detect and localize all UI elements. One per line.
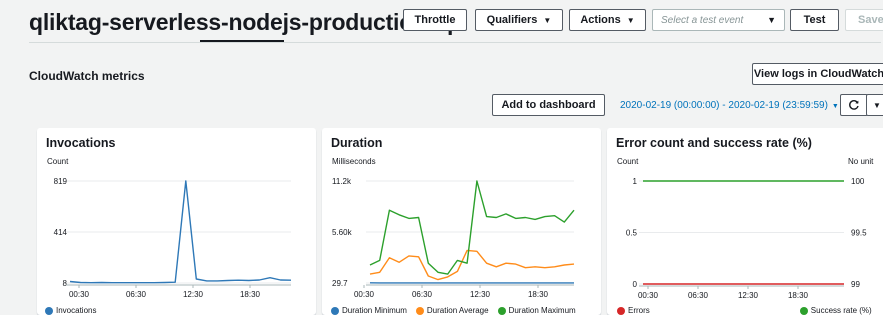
invocations-panel: Invocations Count 819 414 8 00:30 06:30 12:30… [37,128,316,315]
y-tick-label: 0 [633,280,638,289]
x-tick-label: 18:30 [528,290,549,299]
chevron-down-icon: ▼ [543,15,552,25]
function-header: qliktag-serverless-nodejs-production-api… [0,0,883,62]
refresh-options-button[interactable]: ▼ [866,94,883,116]
y-tick-label: 1 [633,177,638,186]
x-tick-label: 06:30 [412,290,433,299]
legend-item[interactable]: Invocations [45,306,96,315]
time-range-label: 2020-02-19 (00:00:00) - 2020-02-19 (23:5… [620,100,828,111]
chart-legend: Errors Success rate (%) [617,306,872,315]
save-label: Save [858,14,883,26]
invocations-chart: 819 414 800:30 06:30 12:30 18:30 [54,177,292,299]
x-tick-label: 06:30 [126,290,147,299]
chart-legend: Duration Minimum Duration Average Durati… [331,306,576,315]
legend-label: Duration Average [426,306,489,315]
y-tick-label: 11.2k [332,177,352,186]
x-tick-label: 00:30 [69,290,90,299]
test-event-select[interactable]: Select a test event ▼ [652,9,785,31]
legend-label: Duration Minimum [342,306,407,315]
refresh-icon [849,99,859,110]
y-tick-label: 29.7 [332,279,348,288]
time-range-picker[interactable]: 2020-02-19 (00:00:00) - 2020-02-19 (23:5… [620,100,839,111]
x-tick-label: 18:30 [788,291,809,300]
y-tick-label: 819 [54,177,68,186]
x-tick-label: 12:30 [738,291,759,300]
x-tick-label: 06:30 [688,291,709,300]
legend-label: Duration Maximum [508,306,576,315]
add-to-dashboard-label: Add to dashboard [501,99,596,111]
save-button[interactable]: Save [845,9,883,31]
cloudwatch-metrics-title: CloudWatch metrics [29,69,145,83]
legend-swatch [45,306,53,315]
chevron-down-icon: ▼ [626,15,635,25]
legend-item[interactable]: Success rate (%) [799,306,872,315]
chart-legend: Invocations [45,306,96,315]
legend-swatch [799,306,808,315]
function-title: qliktag-serverless-nodejs-production-api [29,9,468,35]
qualifiers-label: Qualifiers [486,14,538,26]
y-tick-label: 0.5 [626,229,638,238]
header-divider [29,42,881,43]
actions-button[interactable]: Actions ▼ [569,9,646,31]
y2-tick-label: 99.5 [851,229,867,238]
test-label: Test [803,14,826,26]
legend-label: Success rate (%) [810,306,872,315]
throttle-button[interactable]: Throttle [403,9,467,31]
legend-label: Errors [628,306,650,315]
legend-swatch [415,306,424,315]
legend-swatch [331,306,339,315]
legend-item[interactable]: Duration Maximum [497,306,576,315]
y-tick-label: 414 [54,228,68,237]
y-tick-label: 5.60k [332,228,353,237]
chevron-down-icon: ▼ [767,15,776,25]
error-success-chart: 1 0.5 0 100 99.5 99 00:30 06:30 12:30 18:30 [626,177,867,300]
x-tick-label: 12:30 [183,290,204,299]
legend-label: Invocations [56,306,97,315]
y2-tick-label: 99 [851,280,860,289]
refresh-button[interactable] [840,94,868,116]
qualifiers-button[interactable]: Qualifiers ▼ [475,9,563,31]
x-tick-label: 18:30 [240,290,261,299]
view-logs-button[interactable]: View logs in CloudWatch [752,63,883,85]
view-logs-label: View logs in CloudWatch [753,68,883,80]
legend-item[interactable]: Duration Average [415,306,489,315]
y2-tick-label: 100 [851,177,865,186]
actions-label: Actions [580,14,621,26]
series-line [369,249,575,281]
duration-panel: Duration Milliseconds 11.2k 5.60k 29.7 00:3… [322,128,601,315]
legend-swatch [617,306,625,315]
legend-item[interactable]: Errors [617,306,650,315]
x-tick-label: 00:30 [638,291,659,300]
test-event-placeholder: Select a test event [661,14,744,26]
x-tick-label: 12:30 [470,290,491,299]
duration-chart: 11.2k 5.60k 29.7 00:30 06:30 12:30 18:30 [332,177,575,299]
x-tick-label: 00:30 [354,290,375,299]
add-to-dashboard-button[interactable]: Add to dashboard [492,94,605,116]
throttle-label: Throttle [414,14,456,26]
test-button[interactable]: Test [790,9,839,31]
chevron-down-icon: ▼ [873,100,881,110]
series-line [369,180,575,275]
legend-item[interactable]: Duration Minimum [331,306,407,315]
chevron-down-icon: ▼ [831,103,839,110]
y-tick-label: 8 [63,279,68,288]
error-success-panel: Error count and success rate (%) Count N… [607,128,883,315]
legend-swatch [497,306,506,315]
